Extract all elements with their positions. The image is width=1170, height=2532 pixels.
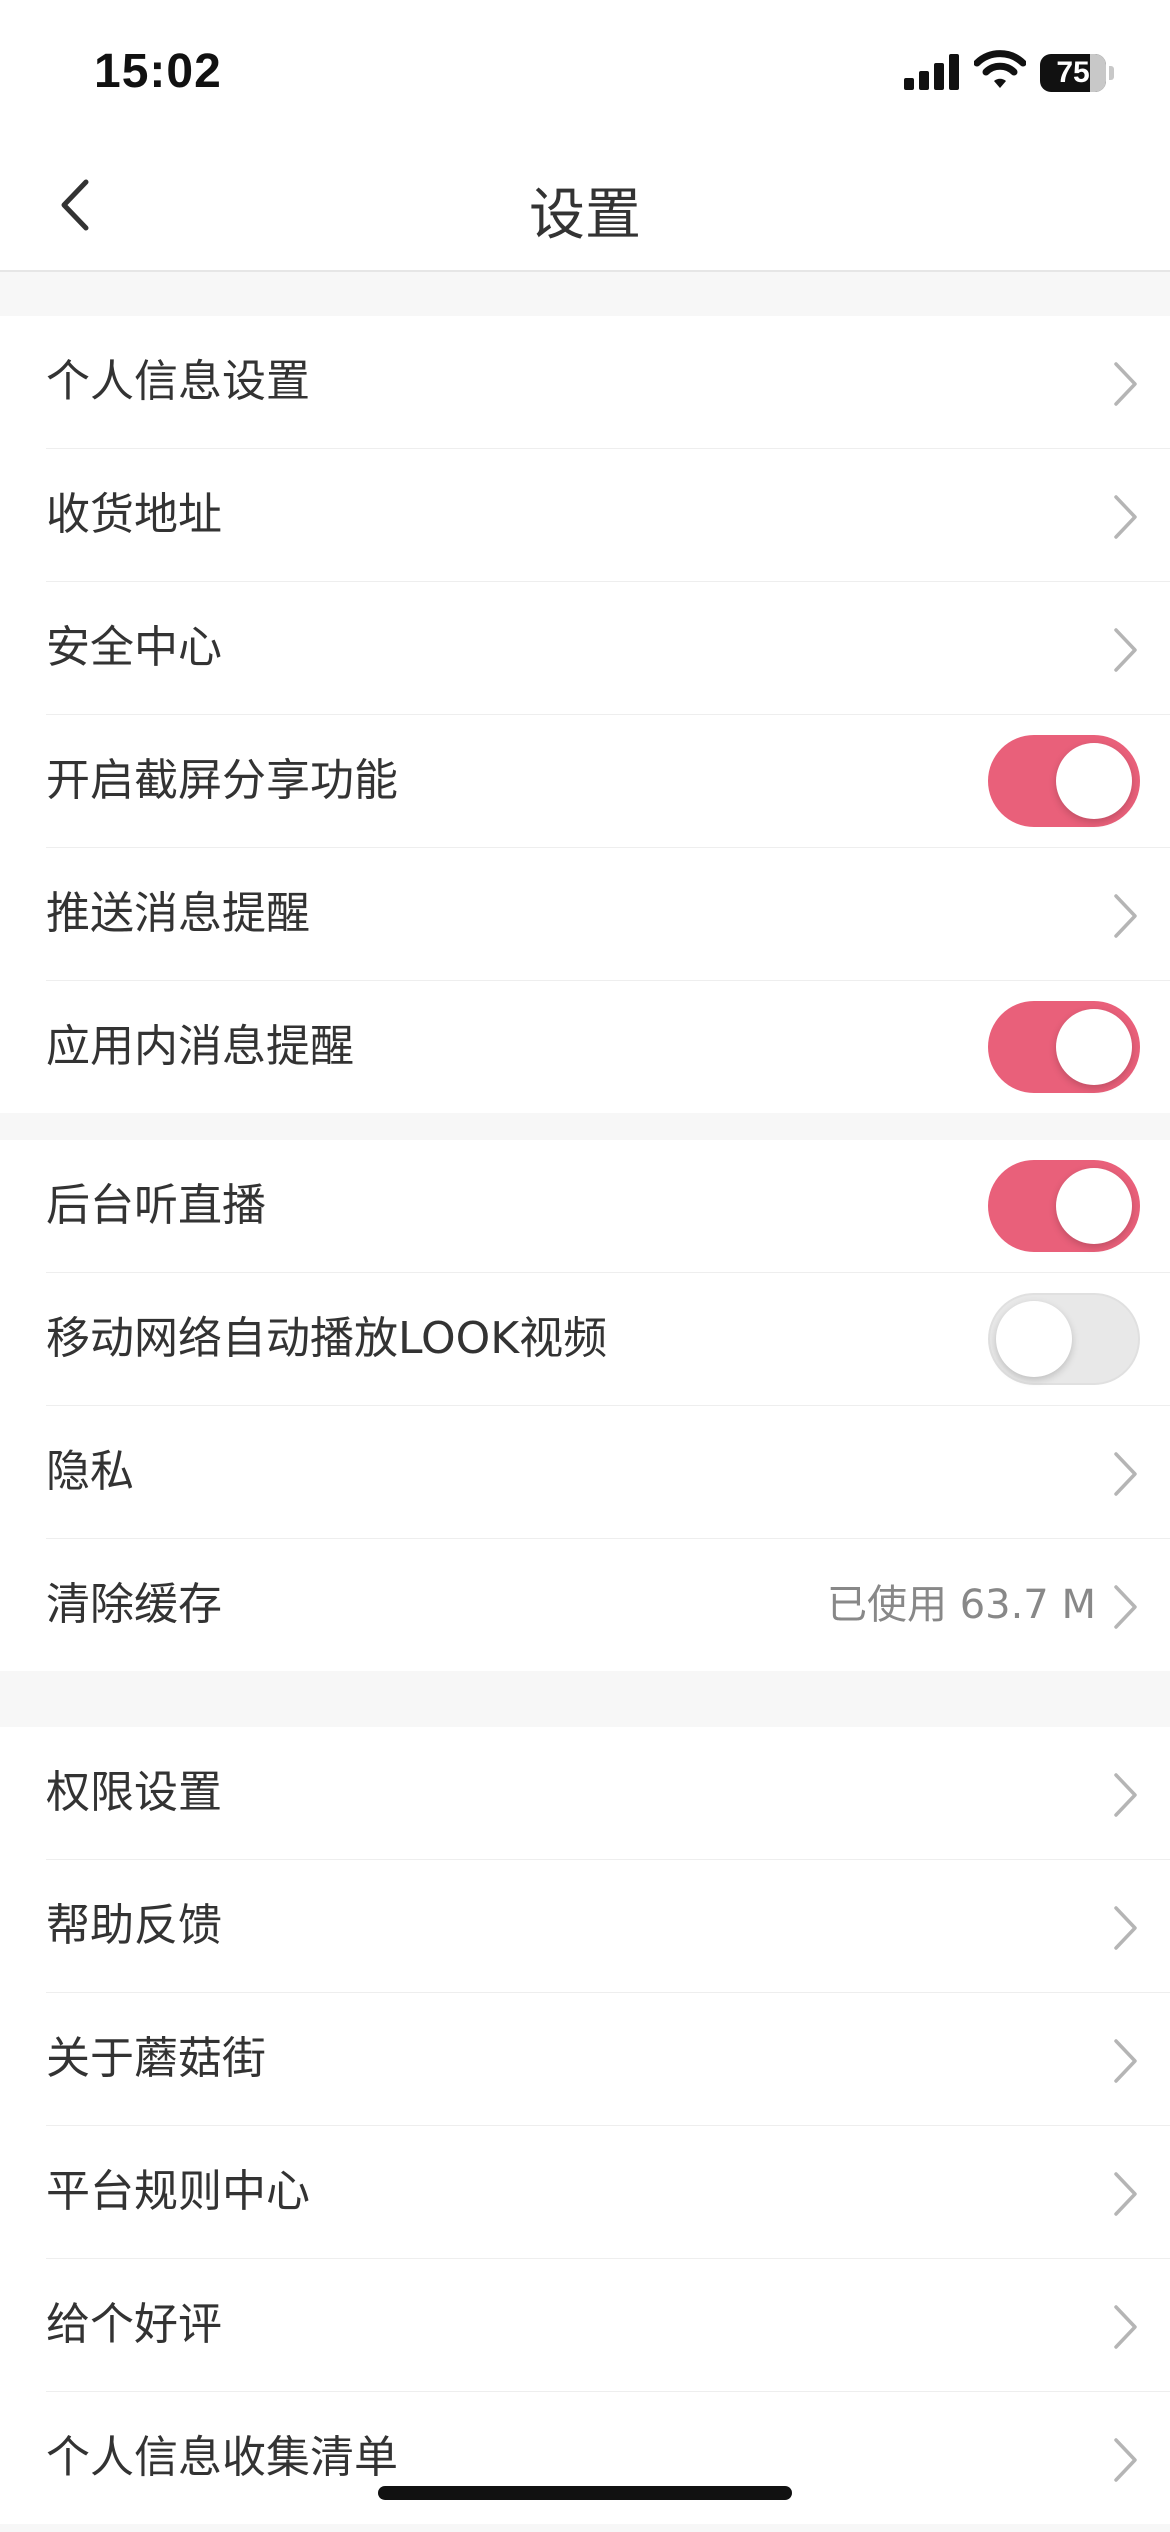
row-label: 清除缓存 <box>46 1579 222 1630</box>
section2-row-3[interactable]: 清除缓存 已使用 63.7 M <box>46 1539 1170 1671</box>
row-label: 隐私 <box>46 1446 134 1497</box>
chevron-right-icon <box>1114 894 1137 938</box>
toggle-knob <box>996 1301 1072 1377</box>
settings-group-about: 权限设置帮助反馈关于蘑菇街平台规则中心 给个好评个人信息收集清单 <box>0 1727 1170 2524</box>
section1-row-2[interactable]: 安全中心 <box>46 582 1170 715</box>
section1-row-4[interactable]: 推送消息提醒 <box>46 848 1170 981</box>
toggle-knob <box>1056 1009 1132 1085</box>
section3-row-0[interactable]: 权限设置 <box>46 1727 1170 1860</box>
nav-bar: 设置 <box>0 140 1170 272</box>
chevron-right-icon <box>1114 1906 1137 1950</box>
section1-row-3[interactable]: 开启截屏分享功能 <box>46 715 1170 848</box>
section2-row-0[interactable]: 后台听直播 <box>46 1140 1170 1273</box>
section2-row-2[interactable]: 隐私 <box>46 1406 1170 1539</box>
row-label: 安全中心 <box>46 622 222 673</box>
battery-tip <box>1109 66 1114 80</box>
row-value: 已使用 63.7 M <box>826 1582 1096 1628</box>
chevron-right-icon <box>1114 2172 1137 2216</box>
section3-row-4[interactable]: 给个好评 <box>46 2259 1170 2392</box>
chevron-right-icon <box>1114 628 1137 672</box>
section2-row-1[interactable]: 移动网络自动播放LOOK视频 <box>46 1273 1170 1406</box>
toggle-switch[interactable] <box>988 1160 1140 1252</box>
row-label: 帮助反馈 <box>46 1900 222 1951</box>
chevron-right-icon <box>1114 1773 1137 1817</box>
chevron-right-icon <box>1114 1452 1137 1496</box>
toggle-switch[interactable] <box>988 1293 1140 1385</box>
row-label: 平台规则中心 <box>46 2166 310 2217</box>
toggle-switch[interactable] <box>988 735 1140 827</box>
toggle-knob <box>1056 743 1132 819</box>
row-label: 后台听直播 <box>46 1180 266 1231</box>
home-indicator <box>378 2486 792 2500</box>
status-time: 15:02 <box>94 45 222 98</box>
row-label: 关于蘑菇街 <box>46 2033 266 2084</box>
chevron-right-icon <box>1114 2438 1137 2482</box>
chevron-right-icon <box>1114 362 1137 406</box>
section3-row-2[interactable]: 关于蘑菇街 <box>46 1993 1170 2126</box>
chevron-right-icon <box>1114 1585 1137 1629</box>
section1-row-1[interactable]: 收货地址 <box>46 449 1170 582</box>
row-label: 推送消息提醒 <box>46 888 310 939</box>
cellular-signal-icon <box>904 54 959 90</box>
toggle-knob <box>1056 1168 1132 1244</box>
row-label: 收货地址 <box>46 489 222 540</box>
row-label: 给个好评 <box>46 2299 222 2350</box>
wifi-icon <box>974 50 1026 88</box>
section3-row-1[interactable]: 帮助反馈 <box>46 1860 1170 1993</box>
row-label: 个人信息收集清单 <box>46 2432 398 2483</box>
section3-row-5[interactable]: 个人信息收集清单 <box>46 2392 1170 2524</box>
row-label: 应用内消息提醒 <box>46 1021 354 1072</box>
page-title: 设置 <box>529 183 641 248</box>
chevron-right-icon <box>1114 2305 1137 2349</box>
row-label: 个人信息设置 <box>46 356 310 407</box>
row-label: 开启截屏分享功能 <box>46 755 398 806</box>
section1-row-0[interactable]: 个人信息设置 <box>46 316 1170 449</box>
row-label: 权限设置 <box>46 1767 222 1818</box>
toggle-switch[interactable] <box>988 1001 1140 1093</box>
chevron-right-icon <box>1114 2039 1137 2083</box>
chevron-right-icon <box>1114 495 1137 539</box>
battery-icon: 75 <box>1040 54 1106 92</box>
status-bar: 15:02 75 <box>0 0 1170 140</box>
row-label: 移动网络自动播放LOOK视频 <box>46 1313 608 1364</box>
section3-row-3[interactable]: 平台规则中心 <box>46 2126 1170 2259</box>
settings-group-playback: 后台听直播移动网络自动播放LOOK视频 隐私清除缓存 已使用 63.7 M <box>0 1140 1170 1671</box>
section1-row-5[interactable]: 应用内消息提醒 <box>46 981 1170 1113</box>
settings-group-account: 个人信息设置 收货地址安全中心开启截屏分享功能 推送消息提醒 应用内消息提醒 <box>0 316 1170 1113</box>
